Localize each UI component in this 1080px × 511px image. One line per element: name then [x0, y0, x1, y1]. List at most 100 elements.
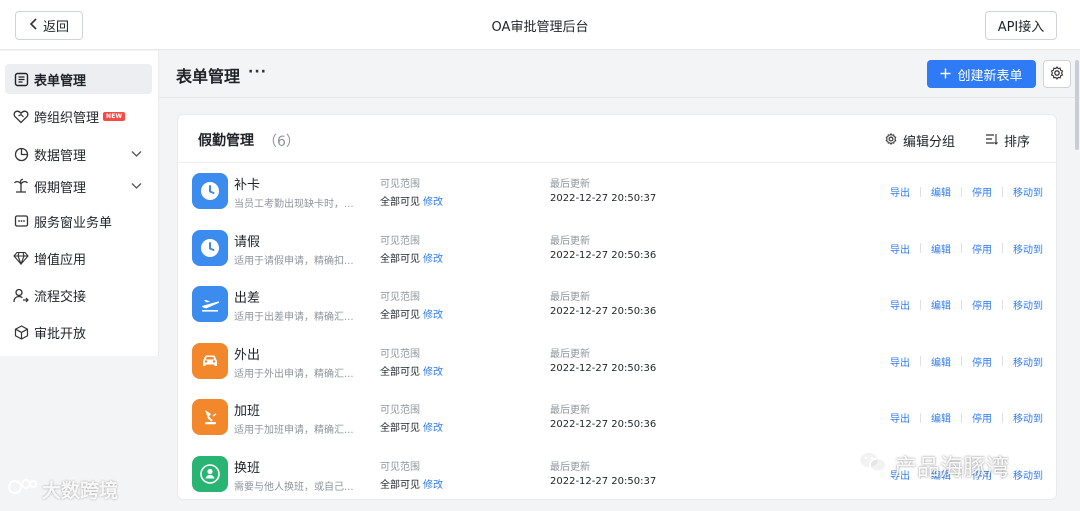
- move-to-link[interactable]: 移动到: [1013, 354, 1043, 369]
- sort-button[interactable]: 排序: [985, 131, 1030, 150]
- form-name[interactable]: 请假: [234, 231, 260, 250]
- row-actions: 导出 编辑 停用 移动到: [890, 241, 1043, 256]
- more-options-icon[interactable]: ···: [248, 64, 267, 80]
- form-name[interactable]: 出差: [234, 287, 260, 306]
- scope-edit-link[interactable]: 修改: [423, 367, 443, 378]
- sidebar-item-holiday-management[interactable]: 假期管理: [5, 171, 152, 201]
- disable-link[interactable]: 停用: [972, 184, 992, 199]
- move-to-link[interactable]: 移动到: [1013, 241, 1043, 256]
- watermark-logo-icon: [8, 477, 38, 502]
- top-bar: 返回 OA审批管理后台 API接入: [0, 0, 1080, 50]
- form-name[interactable]: 加班: [234, 400, 260, 419]
- chevron-down-icon: [131, 147, 142, 162]
- disable-link[interactable]: 停用: [972, 410, 992, 425]
- cube-icon: [13, 324, 29, 340]
- sidebar-item-value-added[interactable]: 增值应用: [5, 243, 152, 273]
- export-link[interactable]: 导出: [890, 410, 910, 425]
- action-divider: [920, 356, 921, 366]
- sort-icon: [985, 133, 998, 149]
- scope-label: 可见范围: [380, 235, 420, 247]
- scope-edit-link[interactable]: 修改: [423, 423, 443, 434]
- settings-button[interactable]: [1043, 60, 1071, 88]
- scope-edit-link[interactable]: 修改: [423, 197, 443, 208]
- table-row[interactable]: 外出 适用于外出申请，精确汇... 可见范围 全部可见 修改 最后更新 2022-12-27…: [178, 333, 1056, 389]
- sidebar: 表单管理 跨组织管理 NEW 数据管理 假期管理 服务窗业务单 增值应用 流程交…: [0, 51, 159, 356]
- action-divider: [1002, 186, 1003, 197]
- move-to-link[interactable]: 移动到: [1013, 467, 1043, 482]
- table-row[interactable]: 加班 适用于加班申请，精确汇... 可见范围 全部可见 修改 最后更新 2022-12-27…: [178, 389, 1056, 445]
- form-name[interactable]: 换班: [234, 457, 260, 476]
- updated-time: 2022-12-27 20:50:37: [550, 475, 657, 487]
- diamond-icon: [13, 250, 29, 266]
- export-link[interactable]: 导出: [890, 297, 910, 312]
- car-icon: [192, 342, 228, 379]
- action-divider: [961, 243, 962, 253]
- disable-link[interactable]: 停用: [972, 297, 992, 312]
- app-title: OA审批管理后台: [491, 20, 589, 35]
- sidebar-item-approval-open[interactable]: 审批开放: [5, 317, 152, 347]
- scope-value: 全部可见 修改: [380, 306, 443, 321]
- group-title: 假勤管理: [198, 133, 254, 149]
- action-divider: [961, 186, 962, 197]
- watermark-right: 产品海豚湾: [858, 448, 1009, 482]
- scope-label: 可见范围: [380, 405, 420, 416]
- airplane-icon: [192, 286, 228, 322]
- table-row[interactable]: 补卡 当员工考勤出现缺卡时，... 可见范围 全部可见 修改 最后更新 2022-12-27…: [178, 163, 1056, 219]
- edit-link[interactable]: 编辑: [931, 297, 951, 312]
- edit-link[interactable]: 编辑: [931, 354, 951, 369]
- edit-link[interactable]: 编辑: [931, 410, 951, 425]
- move-to-link[interactable]: 移动到: [1013, 297, 1043, 312]
- header-divider: [159, 97, 1080, 98]
- gear-icon: [1050, 65, 1064, 83]
- updated-label: 最后更新: [550, 405, 590, 416]
- sidebar-item-data-management[interactable]: 数据管理: [5, 139, 152, 169]
- chevron-down-icon: [131, 179, 142, 194]
- sidebar-item-process-handover[interactable]: 流程交接: [5, 280, 152, 310]
- edit-link[interactable]: 编辑: [931, 241, 951, 256]
- form-group-card: 假勤管理 （6） 编辑分组 排序 补卡 当员工考勤出现缺卡时，... 可见范围 全部可…: [177, 114, 1057, 500]
- action-divider: [961, 356, 962, 366]
- action-divider: [1002, 412, 1003, 423]
- table-row[interactable]: 请假 适用于请假申请，精确扣... 可见范围 全部可见 修改 最后更新 2022-12-27…: [178, 220, 1056, 276]
- scope-edit-link[interactable]: 修改: [423, 254, 443, 265]
- scope-edit-link[interactable]: 修改: [423, 310, 443, 321]
- updated-time: 2022-12-27 20:50:37: [550, 193, 657, 204]
- edit-group-button[interactable]: 编辑分组: [885, 131, 955, 150]
- sidebar-item-form-management[interactable]: 表单管理: [5, 64, 152, 94]
- edit-link[interactable]: 编辑: [931, 184, 951, 199]
- edit-group-label: 编辑分组: [903, 135, 956, 150]
- scope-value: 全部可见 修改: [380, 419, 443, 434]
- disable-link[interactable]: 停用: [972, 241, 992, 256]
- scope-value: 全部可见 修改: [380, 476, 443, 491]
- scrollbar[interactable]: [1075, 60, 1079, 150]
- export-link[interactable]: 导出: [890, 184, 910, 199]
- scope-value-text: 全部可见: [380, 253, 420, 265]
- export-link[interactable]: 导出: [890, 354, 910, 369]
- scope-value-text: 全部可见: [380, 479, 420, 491]
- table-row[interactable]: 出差 适用于出差申请，精确汇... 可见范围 全部可见 修改 最后更新 2022-12-27…: [178, 276, 1056, 332]
- form-name[interactable]: 外出: [234, 344, 260, 363]
- watermark-left-text: 大数跨境: [42, 480, 119, 502]
- sidebar-item-service-window[interactable]: 服务窗业务单: [5, 206, 152, 236]
- action-divider: [920, 243, 921, 253]
- action-divider: [1002, 243, 1003, 253]
- disable-link[interactable]: 停用: [972, 354, 992, 369]
- row-actions: 导出 编辑 停用 移动到: [890, 410, 1043, 425]
- scope-edit-link[interactable]: 修改: [423, 480, 443, 491]
- create-form-button[interactable]: 创建新表单: [927, 60, 1036, 88]
- watermark-right-text: 产品海豚湾: [894, 455, 1009, 481]
- form-name[interactable]: 补卡: [234, 174, 260, 193]
- group-count: （6）: [263, 134, 300, 150]
- sidebar-item-label: 数据管理: [34, 148, 87, 164]
- export-link[interactable]: 导出: [890, 241, 910, 256]
- api-access-button[interactable]: API接入: [985, 11, 1057, 40]
- move-to-link[interactable]: 移动到: [1013, 184, 1043, 199]
- move-to-link[interactable]: 移动到: [1013, 410, 1043, 425]
- form-description: 适用于外出申请，精确汇...: [234, 368, 354, 380]
- updated-time: 2022-12-27 20:50:36: [550, 306, 657, 317]
- action-divider: [961, 412, 962, 423]
- sidebar-item-cross-org[interactable]: 跨组织管理 NEW: [5, 101, 152, 131]
- desk-lamp-icon: [192, 399, 228, 435]
- sidebar-item-label: 表单管理: [34, 73, 87, 89]
- scope-label: 可见范围: [380, 461, 420, 473]
